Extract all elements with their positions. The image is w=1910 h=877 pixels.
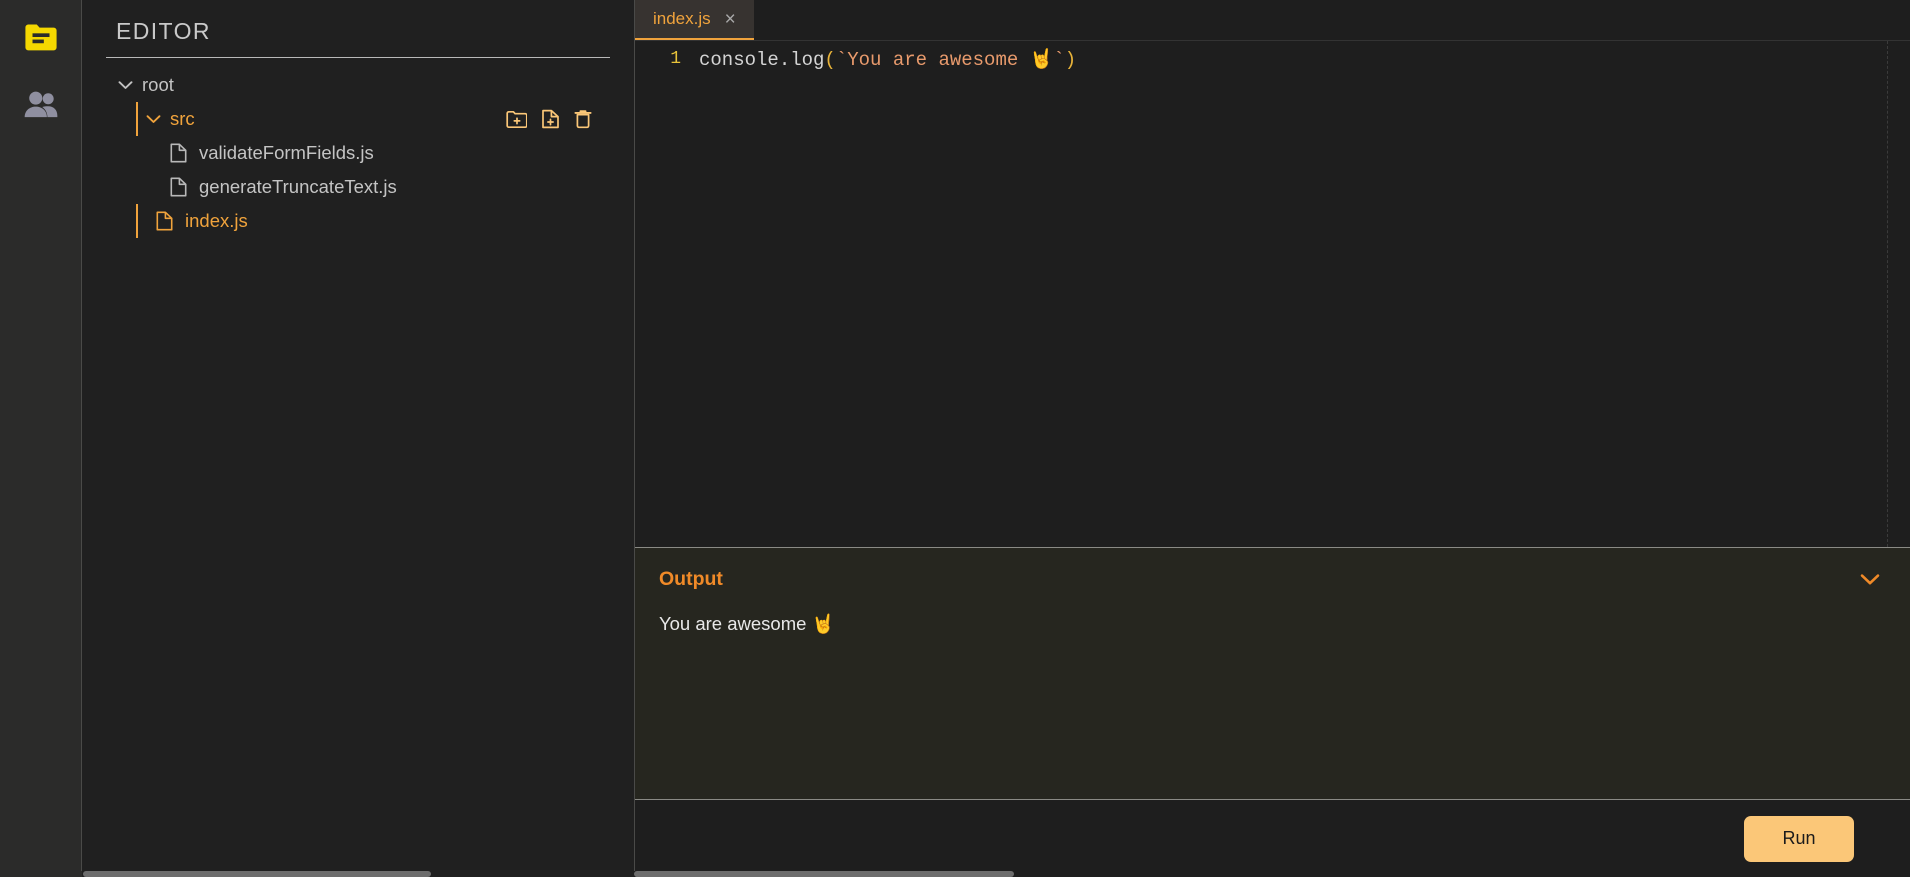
run-button[interactable]: Run [1744,815,1854,862]
tree-item-src[interactable]: src [142,102,610,136]
editor-horizontal-scrollbar[interactable] [634,871,1910,877]
editor-footer: Run [635,799,1910,877]
scrollbar-thumb[interactable] [83,871,431,877]
ide-window: EDITOR root src validateFormFields.js ge… [0,0,1910,877]
new-folder-icon[interactable] [506,110,527,129]
code-editor[interactable]: 1 console.log(`You are awesome 🤘`) [635,40,1910,547]
tree-item-validate-form-fields[interactable]: validateFormFields.js [170,136,610,170]
line-number: 1 [670,49,681,69]
tree-item-label: validateFormFields.js [199,142,374,163]
chevron-down-icon[interactable] [114,74,136,96]
tab-label: index.js [653,9,711,28]
page-title: EDITOR [116,18,211,44]
tree-item-label: generateTruncateText.js [199,176,397,197]
tab-bar: index.js × [635,0,1910,40]
code-content: console.log(`You are awesome 🤘`) [699,47,1076,71]
tree-actions [506,109,592,129]
explorer-panel: EDITOR root src validateFormFields.js ge… [82,0,634,877]
folder-icon[interactable] [21,18,61,58]
tree-item-root[interactable]: root [114,68,610,102]
file-icon [170,143,187,163]
output-panel: Output You are awesome 🤘 [635,547,1910,799]
users-icon[interactable] [21,84,61,124]
token-string: `You are awesome 🤘` [835,49,1065,71]
new-file-icon[interactable] [541,109,560,129]
file-tree: root src validateFormFields.js generateT… [106,68,610,238]
token-function: console.log [699,49,825,71]
close-icon[interactable]: × [725,10,736,29]
tree-item-label: root [142,74,174,95]
scrollbar-thumb[interactable] [634,871,1014,877]
chevron-down-icon[interactable] [1860,573,1886,586]
tree-item-index-js[interactable]: index.js [142,204,610,238]
explorer-horizontal-scrollbar[interactable] [83,871,634,877]
tree-item-label: src [170,108,195,129]
tab-index-js[interactable]: index.js × [635,0,754,40]
output-title: Output [659,568,723,590]
tree-indent-guide [136,204,138,238]
chevron-down-icon[interactable] [142,108,164,130]
delete-icon[interactable] [574,109,592,129]
token-close-paren: ) [1064,49,1077,71]
file-icon [156,211,173,231]
editor-area: index.js × 1 console.log(`You are awesom… [634,0,1910,877]
file-icon [170,177,187,197]
divider [106,57,610,58]
tree-item-label: index.js [185,210,248,231]
tree-indent-guide [136,102,138,136]
code-line: 1 console.log(`You are awesome 🤘`) [635,45,1910,73]
activitybar-scroll-area [0,871,82,877]
tree-item-generate-truncate-text[interactable]: generateTruncateText.js [170,170,610,204]
output-text: You are awesome 🤘 [659,613,835,634]
output-header: Output [659,568,1886,591]
editor-ruler [1887,41,1888,547]
token-open-paren: ( [824,49,836,71]
activity-bar [0,0,82,877]
